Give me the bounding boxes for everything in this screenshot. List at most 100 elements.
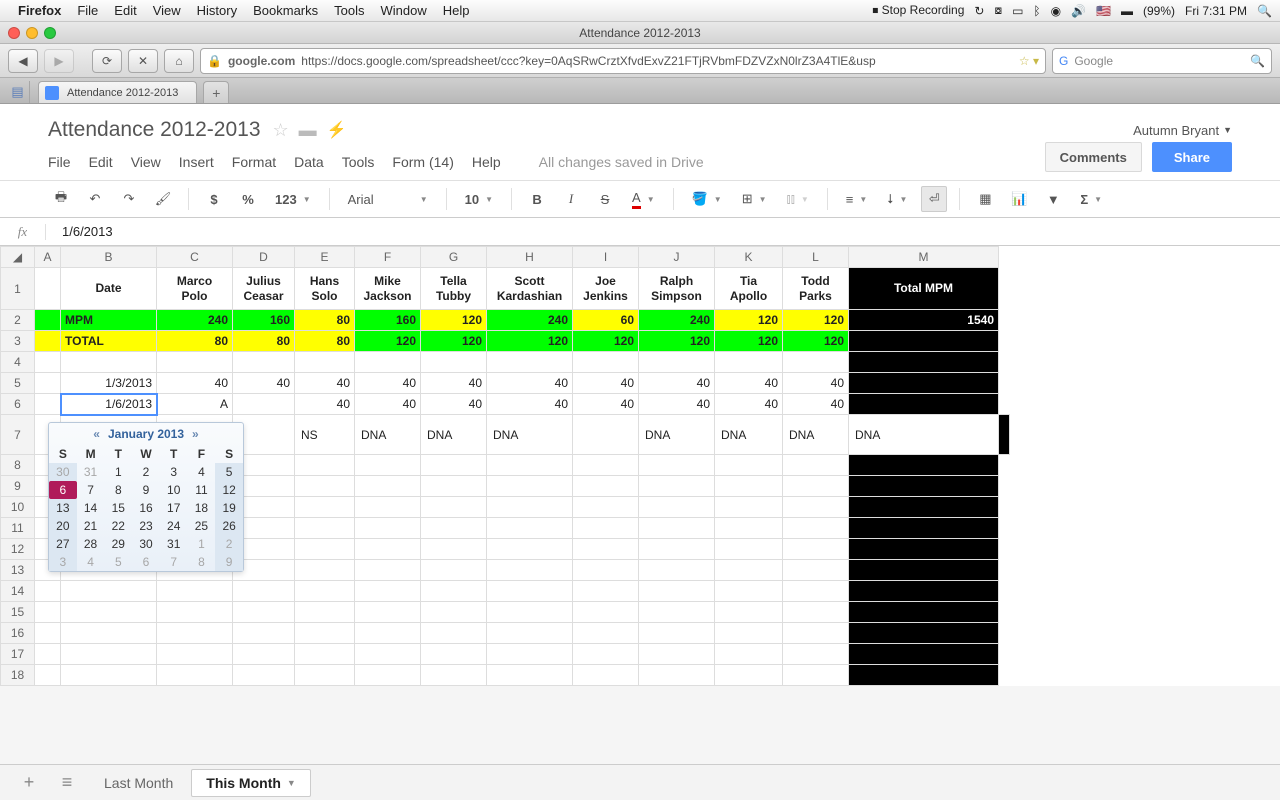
new-tab-button[interactable]: +: [203, 81, 229, 103]
col-header[interactable]: C: [157, 247, 233, 268]
bluetooth-icon[interactable]: ᛒ: [1033, 4, 1040, 18]
cell[interactable]: [715, 352, 783, 373]
cell[interactable]: 240: [487, 310, 573, 331]
col-header[interactable]: G: [421, 247, 487, 268]
cell[interactable]: [233, 352, 295, 373]
sheet-tab[interactable]: Last Month: [90, 769, 187, 797]
cell[interactable]: [715, 581, 783, 602]
cell[interactable]: [355, 539, 421, 560]
cell[interactable]: [157, 644, 233, 665]
cell[interactable]: [295, 623, 355, 644]
datepicker-day[interactable]: 11: [188, 481, 216, 499]
row-header[interactable]: 16: [1, 623, 35, 644]
datepicker-day[interactable]: 5: [215, 463, 243, 481]
col-header[interactable]: I: [573, 247, 639, 268]
cell[interactable]: 80: [295, 331, 355, 352]
cell[interactable]: [639, 602, 715, 623]
col-header[interactable]: D: [233, 247, 295, 268]
cell[interactable]: [487, 539, 573, 560]
sync-icon[interactable]: ↻: [974, 4, 984, 18]
row-header[interactable]: 10: [1, 497, 35, 518]
bold-button[interactable]: B: [524, 186, 550, 212]
datepicker-day[interactable]: 23: [132, 517, 160, 535]
datepicker-day[interactable]: 1: [104, 463, 132, 481]
datepicker-day[interactable]: 20: [49, 517, 77, 535]
cell[interactable]: 40: [715, 394, 783, 415]
cell[interactable]: [487, 560, 573, 581]
datepicker-day[interactable]: 17: [160, 499, 188, 517]
cell[interactable]: [573, 581, 639, 602]
col-header[interactable]: K: [715, 247, 783, 268]
maximize-icon[interactable]: [44, 27, 56, 39]
link-icon[interactable]: ▦: [972, 186, 998, 212]
doc-menu-item[interactable]: Format: [232, 154, 276, 170]
cell[interactable]: 120: [487, 331, 573, 352]
datepicker-day[interactable]: 16: [132, 499, 160, 517]
number-format-select[interactable]: 123▼: [269, 192, 317, 207]
cell[interactable]: [715, 455, 783, 476]
cell[interactable]: [639, 518, 715, 539]
print-icon[interactable]: 🖶: [48, 186, 74, 212]
home-button[interactable]: ⌂: [164, 49, 194, 73]
cell[interactable]: 40: [715, 373, 783, 394]
functions-button[interactable]: Σ▼: [1074, 192, 1108, 207]
cell[interactable]: DNA: [715, 415, 783, 455]
cell[interactable]: [715, 665, 783, 686]
mac-menu-item[interactable]: View: [153, 3, 181, 18]
currency-button[interactable]: $: [201, 186, 227, 212]
valign-button[interactable]: ⭣▼: [881, 191, 913, 207]
cell[interactable]: 40: [487, 373, 573, 394]
minimize-icon[interactable]: [26, 27, 38, 39]
share-button[interactable]: Share: [1152, 142, 1232, 172]
cell[interactable]: 120: [715, 310, 783, 331]
cell[interactable]: [421, 539, 487, 560]
cell[interactable]: [233, 394, 295, 415]
cell[interactable]: [355, 497, 421, 518]
datepicker-day[interactable]: 31: [77, 463, 105, 481]
cell[interactable]: [573, 602, 639, 623]
select-all-cell[interactable]: ◢: [1, 247, 35, 268]
cell[interactable]: [715, 623, 783, 644]
cell[interactable]: DNA: [355, 415, 421, 455]
percent-button[interactable]: %: [235, 186, 261, 212]
cell[interactable]: [783, 665, 849, 686]
cell[interactable]: 120: [639, 331, 715, 352]
cell[interactable]: 120: [783, 310, 849, 331]
mac-menu-item[interactable]: Help: [443, 3, 470, 18]
redo-icon[interactable]: ↷: [116, 186, 142, 212]
star-icon[interactable]: ☆: [273, 120, 289, 141]
font-size-select[interactable]: 10▼: [459, 192, 499, 207]
row-header[interactable]: 9: [1, 476, 35, 497]
cell[interactable]: 40: [639, 373, 715, 394]
doc-menu-item[interactable]: Help: [472, 154, 501, 170]
cell[interactable]: [783, 581, 849, 602]
datepicker-day[interactable]: 8: [104, 481, 132, 499]
cell[interactable]: [639, 623, 715, 644]
cell[interactable]: [61, 644, 157, 665]
cell[interactable]: NS: [295, 415, 355, 455]
mac-app-name[interactable]: Firefox: [18, 3, 61, 18]
cell[interactable]: [157, 602, 233, 623]
cell[interactable]: [783, 602, 849, 623]
cell[interactable]: [783, 518, 849, 539]
row-header[interactable]: 2: [1, 310, 35, 331]
cell[interactable]: 1/6/2013: [61, 394, 157, 415]
battery-icon[interactable]: ▬: [1121, 4, 1133, 18]
datepicker-day[interactable]: 10: [160, 481, 188, 499]
cell[interactable]: [421, 623, 487, 644]
datepicker-day[interactable]: 8: [188, 553, 216, 571]
datepicker-day[interactable]: 6: [49, 481, 77, 499]
volume-icon[interactable]: 🔊: [1071, 4, 1086, 18]
cell[interactable]: [61, 581, 157, 602]
cell[interactable]: [487, 602, 573, 623]
row-header[interactable]: 3: [1, 331, 35, 352]
cell[interactable]: 40: [421, 373, 487, 394]
cell[interactable]: 40: [355, 394, 421, 415]
forward-button[interactable]: ▶: [44, 49, 74, 73]
doc-menu-item[interactable]: Tools: [342, 154, 375, 170]
cell[interactable]: [639, 455, 715, 476]
datepicker-day[interactable]: 3: [160, 463, 188, 481]
row-header[interactable]: 11: [1, 518, 35, 539]
cell[interactable]: 40: [355, 373, 421, 394]
cell[interactable]: [487, 623, 573, 644]
